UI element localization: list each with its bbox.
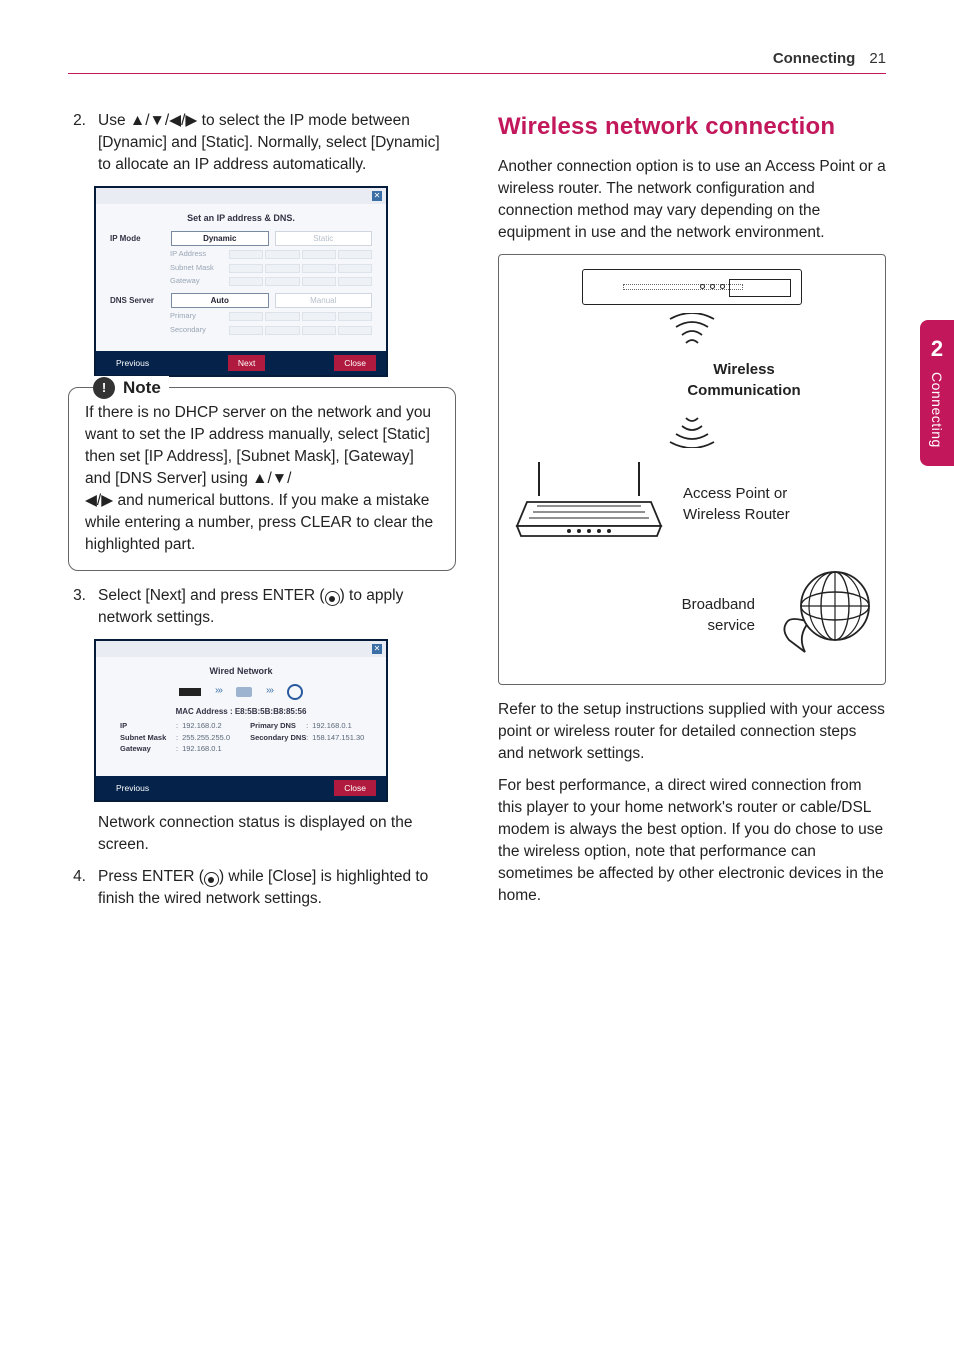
wireless-diagram: Wireless Communication <box>498 254 886 685</box>
enter-button-icon <box>204 872 219 887</box>
player-icon <box>179 688 201 696</box>
globe-icon <box>287 684 303 700</box>
enter-button-icon <box>325 591 340 606</box>
ip-settings-screenshot: ✕ Set an IP address & DNS. IP Mode Dynam… <box>94 186 388 377</box>
step-2-text: Use ▲/▼/◀/▶ to select the IP mode betwee… <box>98 110 456 176</box>
note-box: ! Note If there is no DHCP server on the… <box>68 387 456 571</box>
mac-address-line: MAC Address : E8:5B:5B:B8:85:56 <box>110 706 372 717</box>
router-icon <box>509 456 669 552</box>
step-2-number: 2. <box>68 110 86 176</box>
scr1-prev-button: Previous <box>106 355 159 371</box>
right-column: Wireless network connection Another conn… <box>498 110 886 917</box>
dpad-arrows-icon: ▲/▼/ <box>252 470 291 487</box>
header-page-number: 21 <box>869 50 886 67</box>
step-3-caption: Network connection status is displayed o… <box>98 812 456 856</box>
ipmode-label: IP Mode <box>110 233 165 244</box>
wireless-comm-label: Wireless Communication <box>613 359 875 402</box>
wifi-waves-icon <box>662 313 722 351</box>
chapter-label: Connecting <box>929 372 945 448</box>
step-4-number: 4. <box>68 866 86 910</box>
scr1-title: Set an IP address & DNS. <box>110 212 372 225</box>
scr2-title: Wired Network <box>110 665 372 678</box>
player-device-icon <box>582 269 802 305</box>
scr1-next-button: Next <box>228 355 265 371</box>
wireless-heading: Wireless network connection <box>498 110 886 144</box>
dpad-arrows-icon: ▲/▼/◀/▶ <box>130 112 197 129</box>
page-header: Connecting 21 <box>68 50 886 74</box>
scr2-prev-button: Previous <box>106 780 159 796</box>
auto-tab: Auto <box>171 293 269 308</box>
globe-icon <box>775 562 875 668</box>
close-icon: ✕ <box>372 644 382 654</box>
step-3: 3. Select [Next] and press ENTER () to a… <box>68 585 456 629</box>
wifi-waves-icon <box>662 410 722 448</box>
step-2: 2. Use ▲/▼/◀/▶ to select the IP mode bet… <box>68 110 456 176</box>
connection-icons: ››› ››› <box>110 684 372 700</box>
wireless-para-2: Refer to the setup instructions supplied… <box>498 699 886 765</box>
left-column: 2. Use ▲/▼/◀/▶ to select the IP mode bet… <box>68 110 456 917</box>
scr1-close-button: Close <box>334 355 376 371</box>
dpad-arrows-icon: ◀/▶ <box>85 492 113 509</box>
note-label: Note <box>123 376 161 400</box>
note-badge-icon: ! <box>93 377 115 399</box>
step-4-text: Press ENTER () while [Close] is highligh… <box>98 866 456 910</box>
wireless-para-3: For best performance, a direct wired con… <box>498 775 886 907</box>
signal-icon: ››› <box>215 684 222 698</box>
step-3-number: 3. <box>68 585 86 629</box>
dns-label: DNS Server <box>110 295 165 306</box>
step-4: 4. Press ENTER () while [Close] is highl… <box>68 866 456 910</box>
close-icon: ✕ <box>372 191 382 201</box>
scr2-close-button: Close <box>334 780 376 796</box>
chapter-number: 2 <box>931 336 943 362</box>
dynamic-tab: Dynamic <box>171 231 269 246</box>
broadband-label: Broadband service <box>509 594 761 637</box>
wireless-intro-para: Another connection option is to use an A… <box>498 156 886 244</box>
access-point-label: Access Point or Wireless Router <box>683 483 875 526</box>
signal-icon: ››› <box>266 684 273 698</box>
static-tab: Static <box>275 231 373 246</box>
chapter-side-tab: 2 Connecting <box>920 320 954 466</box>
step-3-text: Select [Next] and press ENTER () to appl… <box>98 585 456 629</box>
manual-tab: Manual <box>275 293 373 308</box>
router-icon <box>236 687 252 697</box>
header-section: Connecting <box>773 50 856 67</box>
wired-network-screenshot: ✕ Wired Network ››› ››› MAC A <box>94 639 388 802</box>
